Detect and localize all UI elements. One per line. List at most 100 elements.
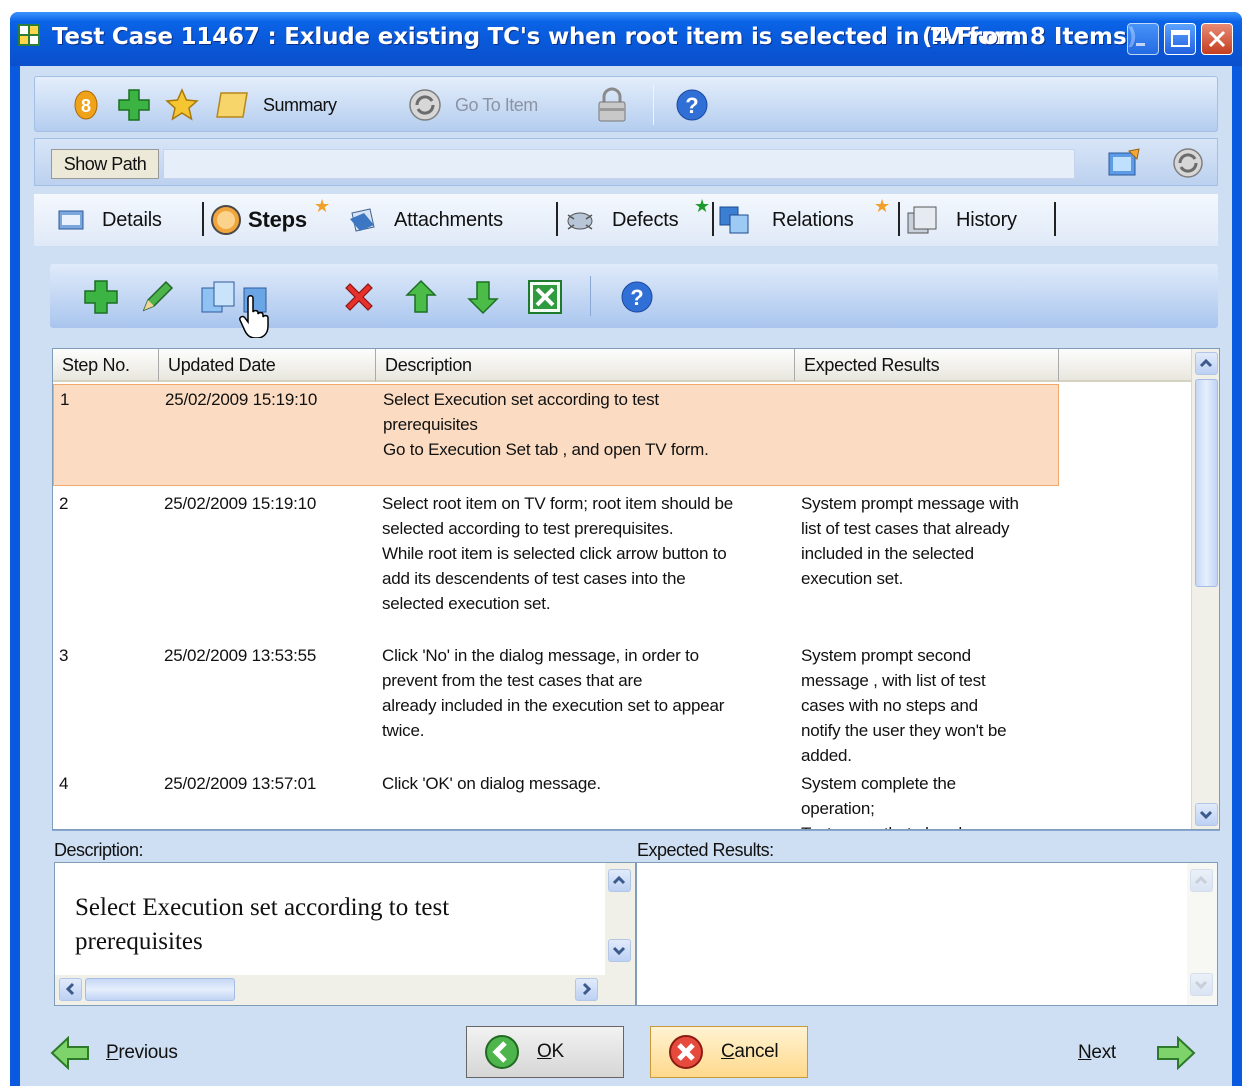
- next-label-rest: ext: [1091, 1042, 1116, 1063]
- expected-line: System complete the: [801, 774, 956, 793]
- toolbar-separator: [590, 276, 591, 316]
- next-button[interactable]: Next: [1078, 1028, 1196, 1078]
- chevron-up-icon: [1194, 875, 1208, 885]
- close-button[interactable]: [1201, 23, 1233, 55]
- summary-button[interactable]: Summary: [215, 87, 337, 123]
- edit-path-button[interactable]: [1107, 147, 1143, 184]
- table-row[interactable]: 1 25/02/2009 15:19:10 Select Execution s…: [53, 384, 1059, 486]
- favorite-button[interactable]: [165, 87, 199, 123]
- previous-label-rest: revious: [118, 1042, 178, 1063]
- description-line: Select Execution set according to test: [383, 390, 659, 409]
- add-button[interactable]: [117, 87, 151, 123]
- cancel-button[interactable]: Cancel: [650, 1026, 808, 1078]
- excel-export-icon[interactable]: [526, 278, 564, 316]
- tab-history[interactable]: History: [906, 202, 1017, 238]
- lock-number-button[interactable]: 8: [71, 87, 101, 123]
- description-line: selected according to test prerequisites…: [382, 519, 674, 538]
- history-icon: [907, 206, 937, 234]
- description-vertical-scrollbar[interactable]: [605, 863, 635, 975]
- step-description: Select Execution set according to test p…: [383, 387, 793, 462]
- scroll-thumb[interactable]: [85, 978, 235, 1001]
- column-header-step-no[interactable]: Step No.: [53, 349, 159, 382]
- refresh-path-button[interactable]: [1171, 147, 1205, 184]
- ok-check-icon: [485, 1035, 519, 1069]
- scroll-thumb[interactable]: [1195, 379, 1218, 587]
- table-row[interactable]: 2 25/02/2009 15:19:10 Select root item o…: [53, 489, 1059, 639]
- steps-help-icon[interactable]: ?: [618, 278, 656, 316]
- description-line: Click 'No' in the dialog message, in ord…: [382, 646, 699, 665]
- expected-results-editor[interactable]: [636, 862, 1218, 1006]
- column-header-updated-date[interactable]: Updated Date: [159, 349, 376, 382]
- tab-divider: [712, 202, 714, 236]
- column-header-expected-results[interactable]: Expected Results: [795, 349, 1059, 382]
- scroll-right-button[interactable]: [575, 978, 598, 1001]
- previous-button[interactable]: Previous: [50, 1028, 178, 1078]
- next-label: Next: [1078, 1042, 1116, 1064]
- column-header-description[interactable]: Description: [376, 349, 795, 382]
- tab-attachments-label: Attachments: [394, 208, 503, 231]
- star-icon: [165, 88, 199, 121]
- expected-line: System prompt second: [801, 646, 971, 665]
- help-button[interactable]: ?: [675, 87, 709, 123]
- tab-strip: Details Steps ★ Attachments Defects ★ Re…: [34, 194, 1218, 246]
- scroll-up-button[interactable]: [1190, 869, 1213, 892]
- table-row[interactable]: 4 25/02/2009 13:57:01 Click 'OK' on dial…: [53, 769, 1059, 829]
- tab-details[interactable]: Details: [58, 202, 162, 238]
- updated-date: 25/02/2009 13:57:01: [164, 774, 317, 793]
- edit-pencil-icon[interactable]: [138, 278, 176, 316]
- move-up-icon[interactable]: [402, 278, 440, 316]
- scroll-left-button[interactable]: [59, 978, 82, 1001]
- tab-attachments[interactable]: Attachments: [348, 202, 503, 238]
- chevron-down-icon: [1194, 980, 1208, 990]
- grid-vertical-scrollbar[interactable]: [1191, 349, 1219, 829]
- tab-steps[interactable]: Steps ★: [210, 196, 330, 238]
- tab-relations-label: Relations: [772, 208, 854, 231]
- scroll-down-button[interactable]: [608, 939, 631, 962]
- steps-grid[interactable]: Step No. Updated Date Description Expect…: [52, 348, 1220, 830]
- go-to-item-button[interactable]: Go To Item: [407, 87, 538, 123]
- tab-relations[interactable]: Relations ★: [718, 196, 890, 238]
- tab-defects[interactable]: Defects ★: [564, 196, 710, 238]
- path-bar: Show Path: [34, 138, 1218, 186]
- move-down-icon[interactable]: [464, 278, 502, 316]
- scroll-up-button[interactable]: [608, 869, 631, 892]
- previous-label: Previous: [106, 1042, 178, 1064]
- attachments-icon: [350, 208, 375, 232]
- expected-line: message , with list of test: [801, 671, 986, 690]
- table-row[interactable]: 3 25/02/2009 13:53:55 Click 'No' in the …: [53, 641, 1059, 767]
- delete-icon[interactable]: [340, 278, 378, 316]
- description-panel-label: Description:: [54, 840, 144, 860]
- scroll-up-button[interactable]: [1195, 352, 1218, 375]
- description-text-line: Select Execution set according to test: [75, 894, 450, 921]
- expected-vertical-scrollbar[interactable]: [1187, 863, 1217, 1005]
- description-line: selected execution set.: [382, 594, 551, 613]
- svg-text:?: ?: [685, 93, 698, 118]
- expected-line: list of test cases that already: [801, 519, 1010, 538]
- description-line: Click 'OK' on dialog message.: [382, 774, 601, 793]
- path-field[interactable]: [163, 149, 1075, 179]
- test-case-window: Test Case 11467 : Exlude existing TC's w…: [10, 12, 1242, 1086]
- maximize-button[interactable]: [1164, 23, 1196, 55]
- steps-toolbar: ?: [50, 264, 1218, 338]
- tab-divider: [556, 202, 558, 236]
- tab-divider: [202, 202, 204, 236]
- lock-button[interactable]: [595, 87, 629, 123]
- step-expected-results: System prompt second message , with list…: [801, 643, 1061, 768]
- expected-line: cases with no steps and: [801, 696, 978, 715]
- expected-results-text[interactable]: [645, 871, 1185, 991]
- step-description: Click 'No' in the dialog message, in ord…: [382, 643, 792, 743]
- show-path-label: Show Path: [63, 154, 147, 174]
- ok-button[interactable]: OK: [466, 1026, 624, 1078]
- minimize-button[interactable]: [1127, 23, 1159, 55]
- scroll-down-button[interactable]: [1195, 803, 1218, 826]
- add-step-icon[interactable]: [82, 278, 120, 316]
- tab-defects-label: Defects: [612, 208, 679, 231]
- scroll-icon: [216, 92, 248, 118]
- step-number: 1: [60, 390, 70, 409]
- description-editor[interactable]: Select Execution set according to test p…: [54, 862, 636, 1006]
- description-editor-text[interactable]: Select Execution set according to test p…: [75, 891, 595, 959]
- show-path-button[interactable]: Show Path: [51, 149, 159, 179]
- title-bar[interactable]: Test Case 11467 : Exlude existing TC's w…: [10, 12, 1242, 66]
- description-horizontal-scrollbar[interactable]: [55, 975, 635, 1005]
- scroll-down-button[interactable]: [1190, 973, 1213, 996]
